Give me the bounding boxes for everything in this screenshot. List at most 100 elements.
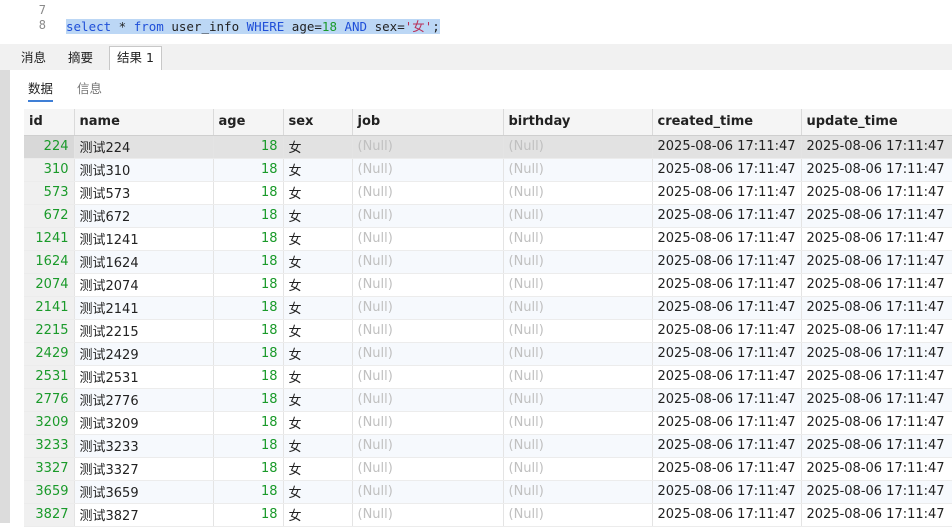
cell-id[interactable]: 310 (24, 158, 75, 182)
cell-sex[interactable]: 女 (283, 365, 353, 389)
cell-age[interactable]: 18 (213, 296, 284, 320)
cell-age[interactable]: 18 (213, 411, 284, 435)
cell-birthday[interactable]: (Null) (503, 480, 653, 504)
cell-created-time[interactable]: 2025-08-06 17:11:47 (652, 204, 802, 228)
cell-sex[interactable]: 女 (283, 434, 353, 458)
cell-id[interactable]: 573 (24, 181, 75, 205)
column-header-age[interactable]: age (213, 109, 284, 136)
cell-sex[interactable]: 女 (283, 388, 353, 412)
cell-sex[interactable]: 女 (283, 135, 353, 159)
table-row[interactable]: 2141 测试2141 18 女 (Null) (Null) 2025-08-06 17:1… (24, 296, 952, 320)
cell-name[interactable]: 测试2141 (74, 296, 214, 320)
column-header-id[interactable]: id (24, 109, 75, 136)
column-header-sex[interactable]: sex (283, 109, 353, 136)
table-row[interactable]: 310 测试310 18 女 (Null) (Null) 2025-08-06 17:11:… (24, 158, 952, 182)
cell-job[interactable]: (Null) (352, 434, 504, 458)
cell-created-time[interactable]: 2025-08-06 17:11:47 (652, 135, 802, 159)
cell-update-time[interactable]: 2025-08-06 17:11:47 (801, 181, 952, 205)
cell-created-time[interactable]: 2025-08-06 17:11:47 (652, 296, 802, 320)
cell-update-time[interactable]: 2025-08-06 17:11:47 (801, 227, 952, 251)
cell-age[interactable]: 18 (213, 158, 284, 182)
cell-name[interactable]: 测试573 (74, 181, 214, 205)
cell-sex[interactable]: 女 (283, 204, 353, 228)
table-row[interactable]: 672 测试672 18 女 (Null) (Null) 2025-08-06 17:11:… (24, 204, 952, 228)
cell-job[interactable]: (Null) (352, 480, 504, 504)
cell-birthday[interactable]: (Null) (503, 434, 653, 458)
cell-id[interactable]: 2215 (24, 319, 75, 343)
cell-id[interactable]: 2429 (24, 342, 75, 366)
cell-name[interactable]: 测试672 (74, 204, 214, 228)
cell-update-time[interactable]: 2025-08-06 17:11:47 (801, 158, 952, 182)
cell-job[interactable]: (Null) (352, 342, 504, 366)
column-header-update-time[interactable]: update_time (801, 109, 952, 136)
result-grid[interactable]: id name age sex job birthday created_tim… (24, 109, 952, 527)
cell-job[interactable]: (Null) (352, 273, 504, 297)
cell-update-time[interactable]: 2025-08-06 17:11:47 (801, 204, 952, 228)
cell-sex[interactable]: 女 (283, 158, 353, 182)
cell-id[interactable]: 2776 (24, 388, 75, 412)
sql-query-line[interactable]: select * from user_info WHERE age=18 AND… (66, 18, 440, 35)
cell-age[interactable]: 18 (213, 135, 284, 159)
cell-created-time[interactable]: 2025-08-06 17:11:47 (652, 250, 802, 274)
cell-name[interactable]: 测试3327 (74, 457, 214, 481)
table-row[interactable]: 1624 测试1624 18 女 (Null) (Null) 2025-08-06 17:1… (24, 250, 952, 274)
cell-name[interactable]: 测试3209 (74, 411, 214, 435)
cell-birthday[interactable]: (Null) (503, 411, 653, 435)
table-row[interactable]: 3233 测试3233 18 女 (Null) (Null) 2025-08-06 17:1… (24, 434, 952, 458)
cell-name[interactable]: 测试1624 (74, 250, 214, 274)
cell-job[interactable]: (Null) (352, 181, 504, 205)
table-row[interactable]: 1241 测试1241 18 女 (Null) (Null) 2025-08-06 17:1… (24, 227, 952, 251)
cell-name[interactable]: 测试3659 (74, 480, 214, 504)
cell-id[interactable]: 224 (24, 135, 75, 159)
cell-job[interactable]: (Null) (352, 319, 504, 343)
cell-name[interactable]: 测试2429 (74, 342, 214, 366)
tab-messages[interactable]: 消息 (14, 47, 53, 69)
cell-id[interactable]: 3233 (24, 434, 75, 458)
column-header-created-time[interactable]: created_time (652, 109, 802, 136)
cell-name[interactable]: 测试310 (74, 158, 214, 182)
cell-birthday[interactable]: (Null) (503, 135, 653, 159)
cell-update-time[interactable]: 2025-08-06 17:11:47 (801, 273, 952, 297)
cell-job[interactable]: (Null) (352, 457, 504, 481)
column-header-name[interactable]: name (74, 109, 214, 136)
cell-birthday[interactable]: (Null) (503, 158, 653, 182)
cell-birthday[interactable]: (Null) (503, 227, 653, 251)
cell-name[interactable]: 测试2074 (74, 273, 214, 297)
tab-summary[interactable]: 摘要 (61, 47, 100, 69)
cell-created-time[interactable]: 2025-08-06 17:11:47 (652, 181, 802, 205)
cell-age[interactable]: 18 (213, 181, 284, 205)
cell-update-time[interactable]: 2025-08-06 17:11:47 (801, 319, 952, 343)
cell-age[interactable]: 18 (213, 342, 284, 366)
table-row[interactable]: 224 测试224 18 女 (Null) (Null) 2025-08-06 17:11:… (24, 135, 952, 159)
cell-name[interactable]: 测试2215 (74, 319, 214, 343)
table-row[interactable]: 2074 测试2074 18 女 (Null) (Null) 2025-08-06 17:1… (24, 273, 952, 297)
table-row[interactable]: 3659 测试3659 18 女 (Null) (Null) 2025-08-06 17:1… (24, 480, 952, 504)
table-row[interactable]: 573 测试573 18 女 (Null) (Null) 2025-08-06 17:11:… (24, 181, 952, 205)
cell-birthday[interactable]: (Null) (503, 181, 653, 205)
cell-birthday[interactable]: (Null) (503, 273, 653, 297)
cell-created-time[interactable]: 2025-08-06 17:11:47 (652, 388, 802, 412)
cell-id[interactable]: 3209 (24, 411, 75, 435)
cell-sex[interactable]: 女 (283, 342, 353, 366)
table-row[interactable]: 2215 测试2215 18 女 (Null) (Null) 2025-08-06 17:1… (24, 319, 952, 343)
cell-birthday[interactable]: (Null) (503, 388, 653, 412)
cell-update-time[interactable]: 2025-08-06 17:11:47 (801, 342, 952, 366)
cell-id[interactable]: 1624 (24, 250, 75, 274)
subtab-data[interactable]: 数据 (28, 80, 54, 102)
cell-update-time[interactable]: 2025-08-06 17:11:47 (801, 250, 952, 274)
cell-sex[interactable]: 女 (283, 411, 353, 435)
cell-created-time[interactable]: 2025-08-06 17:11:47 (652, 480, 802, 504)
cell-name[interactable]: 测试2531 (74, 365, 214, 389)
cell-age[interactable]: 18 (213, 204, 284, 228)
cell-created-time[interactable]: 2025-08-06 17:11:47 (652, 319, 802, 343)
cell-birthday[interactable]: (Null) (503, 342, 653, 366)
table-row[interactable]: 3327 测试3327 18 女 (Null) (Null) 2025-08-06 17:1… (24, 457, 952, 481)
cell-job[interactable]: (Null) (352, 135, 504, 159)
cell-birthday[interactable]: (Null) (503, 457, 653, 481)
cell-id[interactable]: 2141 (24, 296, 75, 320)
cell-age[interactable]: 18 (213, 273, 284, 297)
cell-update-time[interactable]: 2025-08-06 17:11:47 (801, 480, 952, 504)
cell-created-time[interactable]: 2025-08-06 17:11:47 (652, 411, 802, 435)
cell-birthday[interactable]: (Null) (503, 250, 653, 274)
cell-job[interactable]: (Null) (352, 158, 504, 182)
